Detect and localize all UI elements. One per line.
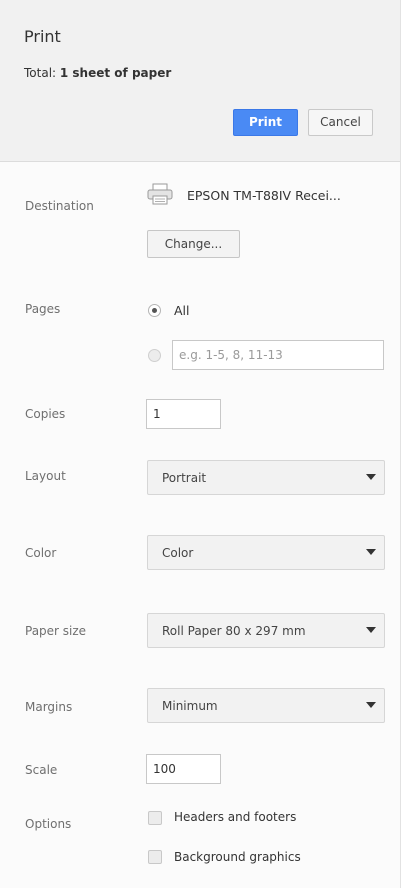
- pages-custom-input[interactable]: [172, 340, 384, 370]
- options-label: Options: [25, 817, 72, 831]
- color-label: Color: [25, 546, 57, 560]
- copies-input[interactable]: [146, 399, 221, 429]
- print-button[interactable]: Print: [233, 109, 298, 136]
- printer-icon: [147, 183, 173, 205]
- pages-label: Pages: [25, 302, 61, 316]
- paper-size-select[interactable]: Roll Paper 80 x 297 mm: [147, 613, 385, 648]
- paper-size-dropdown-caret-icon: [366, 627, 376, 633]
- destination-printer-name: EPSON TM-T88IV Recei...: [187, 188, 341, 203]
- margins-label: Margins: [25, 700, 73, 714]
- scale-label: Scale: [25, 763, 58, 777]
- copies-label: Copies: [25, 407, 66, 421]
- layout-selected-value: Portrait: [162, 471, 207, 485]
- print-header: Print Total: 1 sheet of paper Print Canc…: [0, 0, 400, 162]
- layout-label: Layout: [25, 469, 66, 483]
- total-value: 1 sheet of paper: [59, 66, 172, 80]
- pages-all-label: All: [174, 303, 190, 318]
- layout-select[interactable]: Portrait: [147, 460, 385, 495]
- destination-label: Destination: [25, 199, 94, 213]
- change-destination-button[interactable]: Change...: [147, 230, 240, 258]
- margins-select[interactable]: Minimum: [147, 688, 385, 723]
- color-select[interactable]: Color: [147, 535, 385, 570]
- paper-size-label: Paper size: [25, 624, 87, 638]
- print-settings-panel: Print Total: 1 sheet of paper Print Canc…: [0, 0, 401, 888]
- background-graphics-label: Background graphics: [174, 850, 301, 864]
- cancel-button[interactable]: Cancel: [308, 109, 373, 136]
- paper-size-selected-value: Roll Paper 80 x 297 mm: [162, 624, 306, 638]
- margins-dropdown-caret-icon: [366, 702, 376, 708]
- background-graphics-checkbox[interactable]: [148, 850, 162, 864]
- margins-selected-value: Minimum: [162, 699, 218, 713]
- color-selected-value: Color: [162, 546, 194, 560]
- pages-custom-radio[interactable]: [148, 349, 161, 362]
- headers-footers-checkbox[interactable]: [148, 811, 162, 825]
- total-prefix: Total:: [24, 66, 60, 80]
- sheet-total: Total: 1 sheet of paper: [24, 66, 171, 80]
- layout-dropdown-caret-icon: [366, 474, 376, 480]
- headers-footers-label: Headers and footers: [174, 810, 297, 824]
- dialog-title: Print: [24, 27, 61, 46]
- scale-input[interactable]: [146, 754, 221, 784]
- color-dropdown-caret-icon: [366, 549, 376, 555]
- pages-all-radio[interactable]: [148, 304, 161, 317]
